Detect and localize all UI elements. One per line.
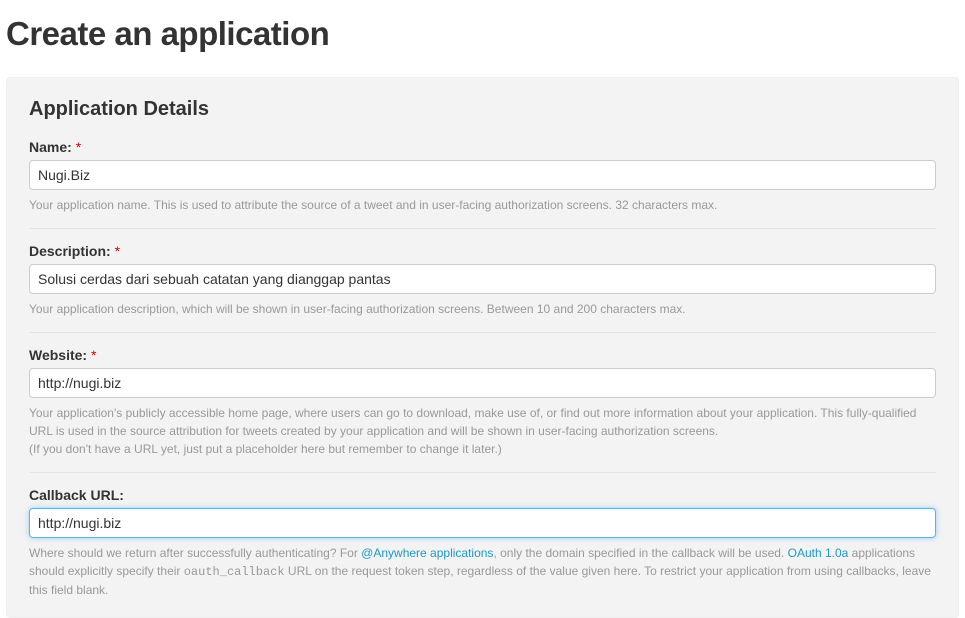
description-input[interactable] [29, 264, 936, 294]
anywhere-link[interactable]: @Anywhere applications [361, 546, 493, 560]
callback-label-text: Callback URL: [29, 487, 124, 503]
description-label: Description: * [29, 243, 936, 259]
name-label: Name: * [29, 139, 936, 155]
website-label: Website: * [29, 347, 936, 363]
website-help-line2: (If you don't have a URL yet, just put a… [29, 440, 936, 458]
website-input[interactable] [29, 368, 936, 398]
description-help: Your application description, which will… [29, 300, 936, 318]
name-input[interactable] [29, 160, 936, 190]
field-callback: Callback URL: Where should we return aft… [29, 487, 936, 599]
oauth-link[interactable]: OAuth 1.0a [788, 546, 849, 560]
website-label-text: Website: [29, 347, 87, 363]
name-help: Your application name. This is used to a… [29, 196, 936, 214]
name-required: * [76, 139, 81, 155]
callback-label: Callback URL: [29, 487, 936, 503]
description-label-text: Description: [29, 243, 111, 259]
page-title: Create an application [6, 15, 959, 53]
field-name: Name: * Your application name. This is u… [29, 139, 936, 229]
description-required: * [115, 243, 120, 259]
website-required: * [91, 347, 96, 363]
section-title: Application Details [29, 98, 936, 121]
field-website: Website: * Your application's publicly a… [29, 347, 936, 473]
app-details-panel: Application Details Name: * Your applica… [6, 77, 959, 618]
callback-help-mid1: , only the domain specified in the callb… [493, 546, 787, 560]
callback-help: Where should we return after successfull… [29, 544, 936, 599]
field-description: Description: * Your application descript… [29, 243, 936, 333]
callback-help-code: oauth_callback [184, 565, 285, 579]
website-help-line1: Your application's publicly accessible h… [29, 404, 936, 440]
website-help: Your application's publicly accessible h… [29, 404, 936, 458]
callback-input[interactable] [29, 508, 936, 538]
name-label-text: Name: [29, 139, 72, 155]
callback-help-pre: Where should we return after successfull… [29, 546, 361, 560]
